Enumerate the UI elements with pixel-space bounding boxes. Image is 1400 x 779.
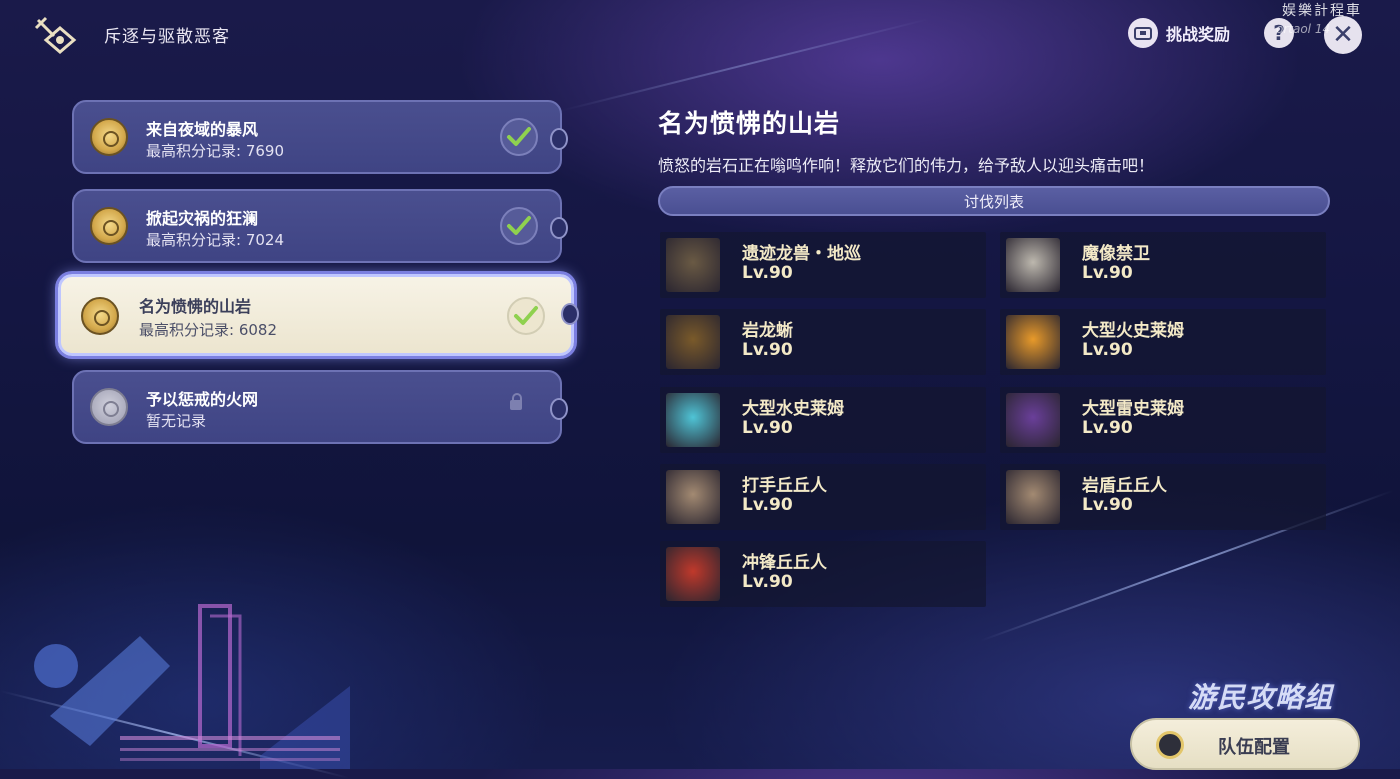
challenge-title: 来自夜域的暴风 (146, 120, 259, 139)
completed-check-icon (500, 118, 538, 156)
challenge-medal-icon (90, 118, 128, 156)
challenge-detail-title: 名为愤怫的山岩 (658, 109, 841, 138)
enemy-name: 打手丘丘人 (742, 476, 827, 496)
enemy-name: 大型火史莱姆 (1082, 321, 1184, 341)
enemy-name: 冲锋丘丘人 (742, 553, 827, 573)
enemy-level: Lv.90 (742, 572, 793, 592)
enemy-card[interactable]: 冲锋丘丘人 Lv.90 (660, 541, 986, 607)
enemy-portrait (666, 315, 720, 369)
controller-button-icon (1156, 731, 1184, 759)
challenge-medal-icon (90, 207, 128, 245)
enemy-portrait (1006, 393, 1060, 447)
enemy-name: 岩龙蜥 (742, 321, 793, 341)
challenge-title: 予以惩戒的火网 (146, 390, 259, 409)
brand-watermark: 游民攻略组 (1188, 681, 1334, 714)
team-setup-button[interactable]: 队伍配置 (1130, 718, 1360, 770)
enemy-portrait (666, 393, 720, 447)
enemy-portrait (666, 547, 720, 601)
enemy-card[interactable]: 大型雷史莱姆 Lv.90 (1000, 387, 1326, 453)
completed-check-icon (507, 297, 545, 335)
enemy-level: Lv.90 (742, 495, 793, 515)
completed-check-icon (500, 207, 538, 245)
challenge-rewards-button[interactable]: 挑战奖励 (1128, 18, 1230, 48)
challenge-best-score: 最高积分记录: 6082 (139, 321, 277, 339)
event-title: 斥逐与驱散恶客 (104, 27, 230, 47)
challenge-rewards-label: 挑战奖励 (1166, 25, 1231, 44)
enemy-level: Lv.90 (1082, 340, 1133, 360)
enemy-portrait (1006, 238, 1060, 292)
enemy-card[interactable]: 大型水史莱姆 Lv.90 (660, 387, 986, 453)
reward-chest-icon (1128, 18, 1158, 48)
enemy-card[interactable]: 魔像禁卫 Lv.90 (1000, 232, 1326, 298)
enemy-portrait (666, 470, 720, 524)
enemy-level: Lv.90 (1082, 495, 1133, 515)
enemy-name: 遗迹龙兽・地巡 (742, 244, 861, 264)
enemy-level: Lv.90 (742, 418, 793, 438)
watermark-text: 娱樂計程車 (1282, 3, 1362, 19)
enemy-level: Lv.90 (1082, 263, 1133, 283)
watermark-subtext: ortaol 14 (1276, 22, 1331, 36)
enemy-level: Lv.90 (1082, 418, 1133, 438)
challenge-item[interactable]: 来自夜域的暴风 最高积分记录: 7690 (72, 100, 568, 174)
team-setup-label: 队伍配置 (1218, 737, 1290, 758)
event-icon (34, 16, 77, 54)
enemy-level: Lv.90 (742, 340, 793, 360)
enemy-card[interactable]: 打手丘丘人 Lv.90 (660, 464, 986, 530)
enemy-card[interactable]: 大型火史莱姆 Lv.90 (1000, 309, 1326, 375)
enemy-portrait (666, 238, 720, 292)
event-emblem-decoration (34, 604, 350, 769)
challenge-title: 掀起灾祸的狂澜 (146, 209, 259, 228)
challenge-item[interactable]: 掀起灾祸的狂澜 最高积分记录: 7024 (72, 189, 568, 263)
enemy-name: 大型水史莱姆 (742, 399, 844, 419)
enemy-name: 魔像禁卫 (1082, 244, 1150, 264)
challenge-medal-icon (90, 388, 128, 426)
enemy-portrait (1006, 470, 1060, 524)
light-streak (559, 18, 929, 112)
challenge-best-score: 暂无记录 (146, 412, 207, 430)
challenge-description: 愤怒的岩石正在嗡鸣作响！释放它们的伟力，给予敌人以迎头痛击吧！ (658, 156, 1155, 175)
enemy-name: 大型雷史莱姆 (1082, 399, 1184, 419)
challenge-title: 名为愤怫的山岩 (139, 297, 252, 316)
enemy-name: 岩盾丘丘人 (1082, 476, 1167, 496)
close-icon: ✕ (1332, 20, 1354, 50)
challenge-item-selected[interactable]: 名为愤怫的山岩 最高积分记录: 6082 (58, 274, 579, 356)
challenge-best-score: 最高积分记录: 7690 (146, 142, 284, 160)
enemy-level: Lv.90 (742, 263, 793, 283)
challenge-medal-icon (81, 297, 119, 335)
enemy-card[interactable]: 岩龙蜥 Lv.90 (660, 309, 986, 375)
enemy-card[interactable]: 岩盾丘丘人 Lv.90 (1000, 464, 1326, 530)
challenge-item-locked[interactable]: 予以惩戒的火网 暂无记录 (72, 370, 568, 444)
enemy-card[interactable]: 遗迹龙兽・地巡 Lv.90 (660, 232, 986, 298)
lock-icon (510, 393, 522, 410)
enemy-list-header: 讨伐列表 (658, 186, 1330, 216)
challenge-best-score: 最高积分记录: 7024 (146, 231, 284, 249)
enemy-portrait (1006, 315, 1060, 369)
